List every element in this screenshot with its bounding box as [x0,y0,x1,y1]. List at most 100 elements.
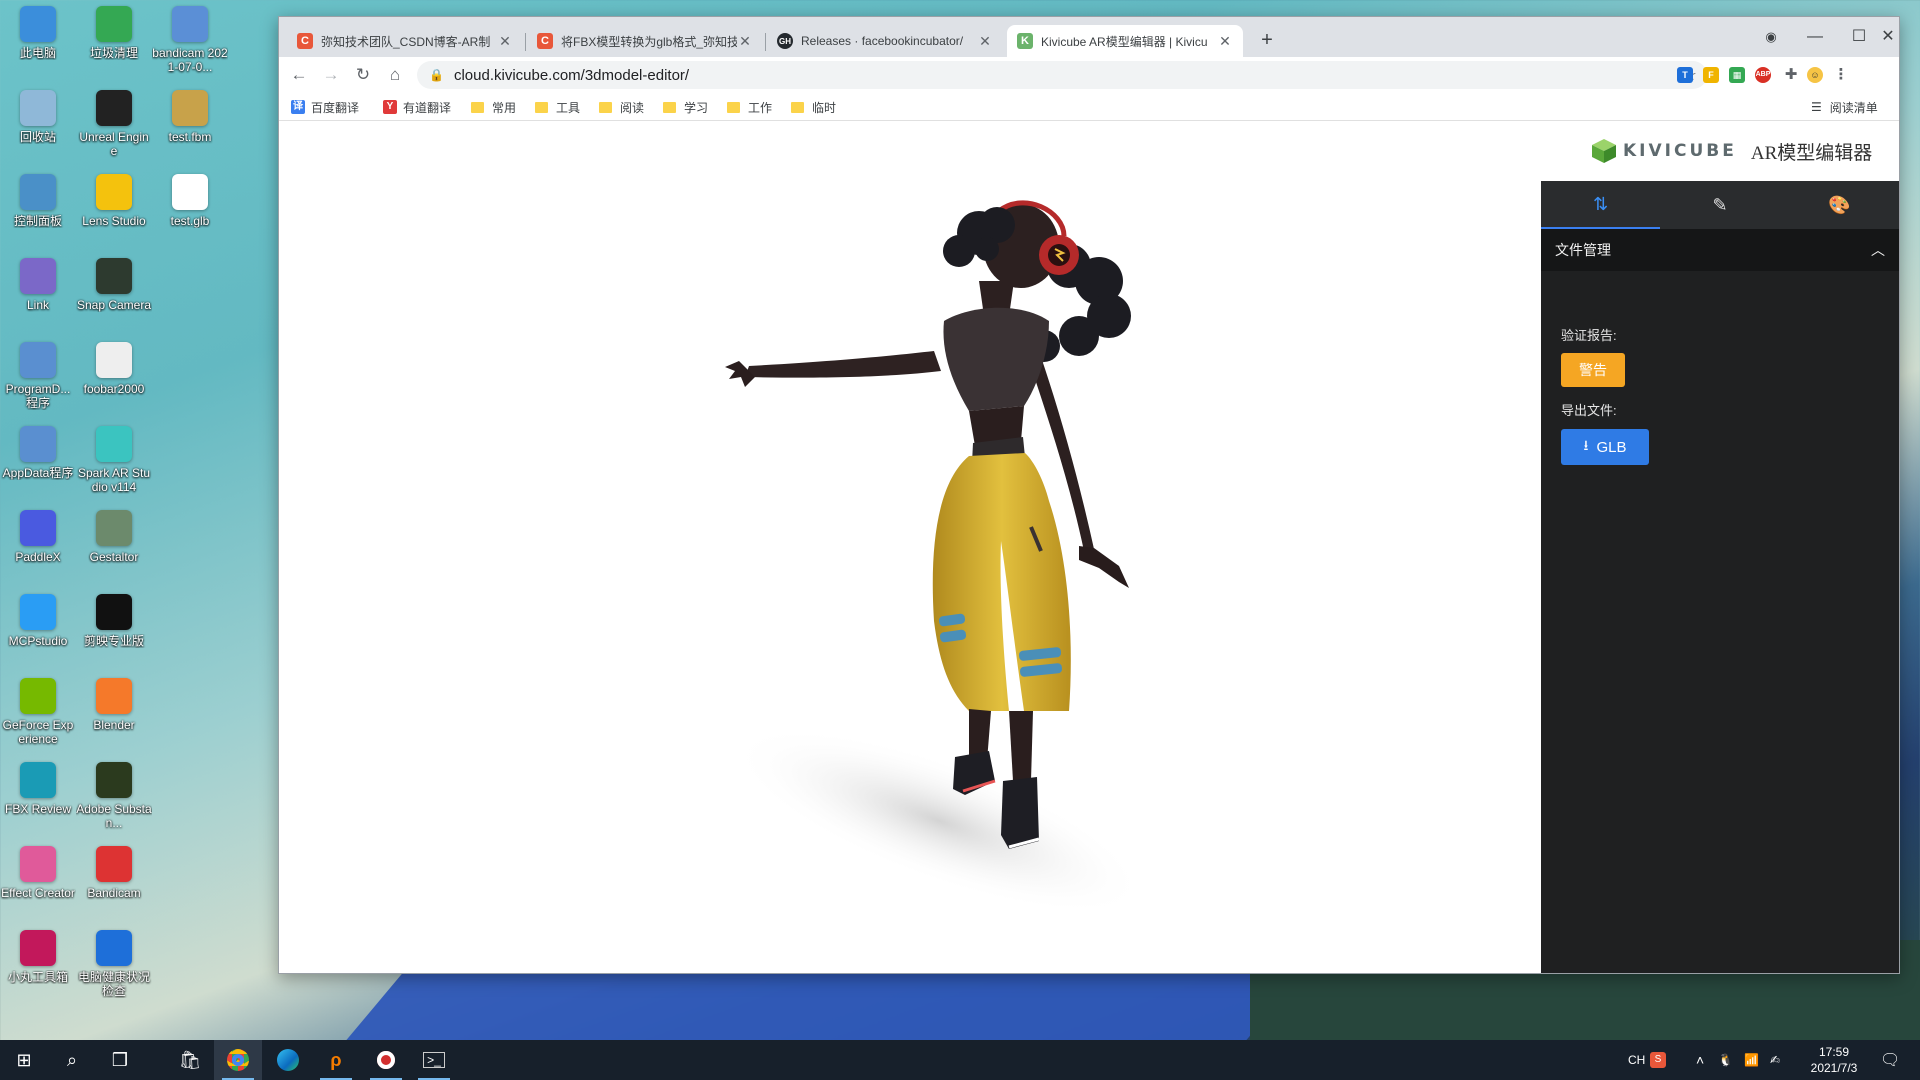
edge-icon[interactable] [264,1040,312,1080]
new-tab-button[interactable]: + [1255,29,1279,53]
bookmark-item[interactable]: 常用 [471,99,516,115]
record-icon[interactable] [362,1040,410,1080]
bookmark-item[interactable]: Y 有道翻译 [383,99,451,115]
warning-button[interactable]: 警告 [1561,353,1625,387]
desktop-shortcut[interactable]: test.fbm [152,90,228,174]
tray-overflow-icon[interactable]: ˄ [1696,1040,1704,1080]
desktop-shortcut[interactable]: PaddleX [0,510,76,594]
extension-folder-icon[interactable]: F [1703,67,1719,83]
desktop-shortcut[interactable]: 剪映专业版 [76,594,152,678]
tab-csdn-blog[interactable]: C 弥知技术团队_CSDN博客-AR制 ✕ [287,25,523,57]
desktop-shortcut[interactable]: MCPstudio [0,594,76,678]
desktop-shortcut-label: 回收站 [19,130,56,144]
desktop-shortcut[interactable]: bandicam 2021-07-0... [152,6,228,90]
desktop-shortcut[interactable]: Snap Camera [76,258,152,342]
reading-list[interactable]: ☰ 阅读清单 [1811,99,1878,115]
tab-file-transfer[interactable]: ⇅ [1541,181,1661,229]
desktop-shortcut[interactable]: AppData程序 [0,426,76,510]
forward-button[interactable]: → [319,63,343,87]
desktop-shortcut[interactable]: test.glb [152,174,228,258]
start-button[interactable]: ⊞ [0,1040,48,1080]
task-view-icon[interactable]: ❒ [96,1040,144,1080]
bookmarks-bar: ☰ 阅读清单 译百度翻译 Y 有道翻译 常用 工具 阅读 学习 工作 临时 [279,93,1899,121]
bookmark-item[interactable]: 工作 [727,99,772,115]
url-text: cloud.kivicube.com/3dmodel-editor/ [453,66,690,84]
export-glb-button[interactable]: ⭳ GLB [1561,429,1649,465]
file-management-section[interactable]: 文件管理 ︿ [1541,229,1899,271]
desktop-shortcut[interactable]: FBX Review [0,762,76,846]
reload-button[interactable]: ↻ [351,63,375,87]
bookmark-item[interactable]: 阅读 [599,99,644,115]
desktop-shortcut[interactable]: Adobe Substan... [76,762,152,846]
tab-github-releases[interactable]: GH Releases · facebookincubator/ ✕ [767,25,1003,57]
chevron-up-icon[interactable]: ︿ [1871,240,1885,260]
minimize-button[interactable]: — [1795,25,1835,49]
desktop-shortcut-label: AppData程序 [2,466,74,480]
sogou-icon[interactable]: S [1650,1040,1666,1080]
clock[interactable]: 17:59 2021/7/3 [1796,1044,1872,1076]
model-viewport[interactable] [279,121,1541,973]
desktop-shortcut[interactable]: 电脑健康状况检查 [76,930,152,1014]
tab-search-icon[interactable]: ◉ [1751,25,1791,49]
chrome-icon[interactable] [214,1040,262,1080]
desktop-shortcut[interactable]: Spark AR Studio v114 [76,426,152,510]
desktop-shortcut-label: Snap Camera [76,298,152,312]
menu-kebab-icon[interactable]: ⋮ [1833,67,1849,83]
close-icon[interactable]: ✕ [497,33,513,50]
desktop-shortcut-label: 电脑健康状况检查 [77,970,150,998]
desktop-shortcut-label: 垃圾清理 [89,46,138,60]
close-icon[interactable]: ✕ [737,33,753,50]
desktop-shortcut[interactable]: 垃圾清理 [76,6,152,90]
desktop-shortcut[interactable]: GeForce Experience [0,678,76,762]
desktop-shortcut[interactable]: Effect Creator [0,846,76,930]
desktop-shortcut[interactable]: Blender [76,678,152,762]
bookmark-label: 工具 [556,100,581,115]
tab-strip: C 弥知技术团队_CSDN博客-AR制 ✕ C 将FBX模型转换为glb格式_弥… [279,17,1899,57]
desktop-shortcut[interactable]: foobar2000 [76,342,152,426]
desktop-shortcut[interactable]: 此电脑 [0,6,76,90]
bookmark-item[interactable]: 工具 [535,99,580,115]
desktop-shortcut[interactable]: Lens Studio [76,174,152,258]
tab-kivicube-editor[interactable]: K Kivicube AR模型编辑器 | Kivicu ✕ [1007,25,1243,57]
bookmark-item[interactable]: 临时 [791,99,836,115]
bookmark-item[interactable]: 学习 [663,99,708,115]
bookmark-item[interactable]: 译百度翻译 [291,99,359,115]
address-bar[interactable]: 🔒 cloud.kivicube.com/3dmodel-editor/ ☆ [417,61,1707,89]
desktop-shortcut[interactable]: Gestaltor [76,510,152,594]
search-icon[interactable]: ⌕ [48,1040,96,1080]
desktop-shortcut-label: Spark AR Studio v114 [77,466,151,494]
home-button[interactable]: ⌂ [383,63,407,87]
desktop-shortcut[interactable]: Link [0,258,76,342]
tab-material[interactable]: 🎨 [1780,181,1899,229]
desktop-shortcut[interactable]: ProgramD... 程序 [0,342,76,426]
desktop-shortcut-label: Blender [93,718,135,732]
tab-fbx-to-glb[interactable]: C 将FBX模型转换为glb格式_弥知技 ✕ [527,25,763,57]
notification-icon[interactable]: 🗨 [1880,1040,1900,1080]
terminal-icon[interactable]: >_ [410,1040,458,1080]
bookmark-label: 常用 [492,100,517,115]
desktop-shortcut[interactable]: 回收站 [0,90,76,174]
maximize-button[interactable]: ☐ [1839,25,1879,49]
network-icon[interactable]: 📶 [1744,1040,1759,1080]
store-icon[interactable]: 🛍 [166,1040,214,1080]
desktop-shortcut[interactable]: Bandicam [76,846,152,930]
extension-grid-icon[interactable]: ▦ [1729,67,1745,83]
search-tool-icon[interactable]: ρ [312,1040,360,1080]
back-button[interactable]: ← [287,63,311,87]
desktop-shortcut-label: Gestaltor [89,550,139,564]
tab-edit[interactable]: ✎ [1660,181,1779,229]
close-icon[interactable]: ✕ [977,33,993,50]
desktop-shortcut[interactable]: Unreal Engine [76,90,152,174]
adblock-icon[interactable]: ABP [1755,67,1771,83]
extensions-puzzle-icon[interactable]: ✚ [1783,67,1799,83]
extension-translate-icon[interactable]: T [1677,67,1693,83]
pen-icon[interactable]: ✍ [1770,1040,1780,1080]
close-icon[interactable]: ✕ [1217,33,1233,50]
profile-avatar[interactable]: ☺ [1807,67,1823,83]
desktop-shortcut[interactable]: 控制面板 [0,174,76,258]
close-window-button[interactable]: ✕ [1875,25,1901,49]
desktop-shortcut[interactable]: 小丸工具箱 [0,930,76,1014]
browser-window: C 弥知技术团队_CSDN博客-AR制 ✕ C 将FBX模型转换为glb格式_弥… [278,16,1900,974]
ime-indicator[interactable]: CH [1628,1040,1645,1080]
qq-icon[interactable]: 🐧 [1718,1040,1733,1080]
